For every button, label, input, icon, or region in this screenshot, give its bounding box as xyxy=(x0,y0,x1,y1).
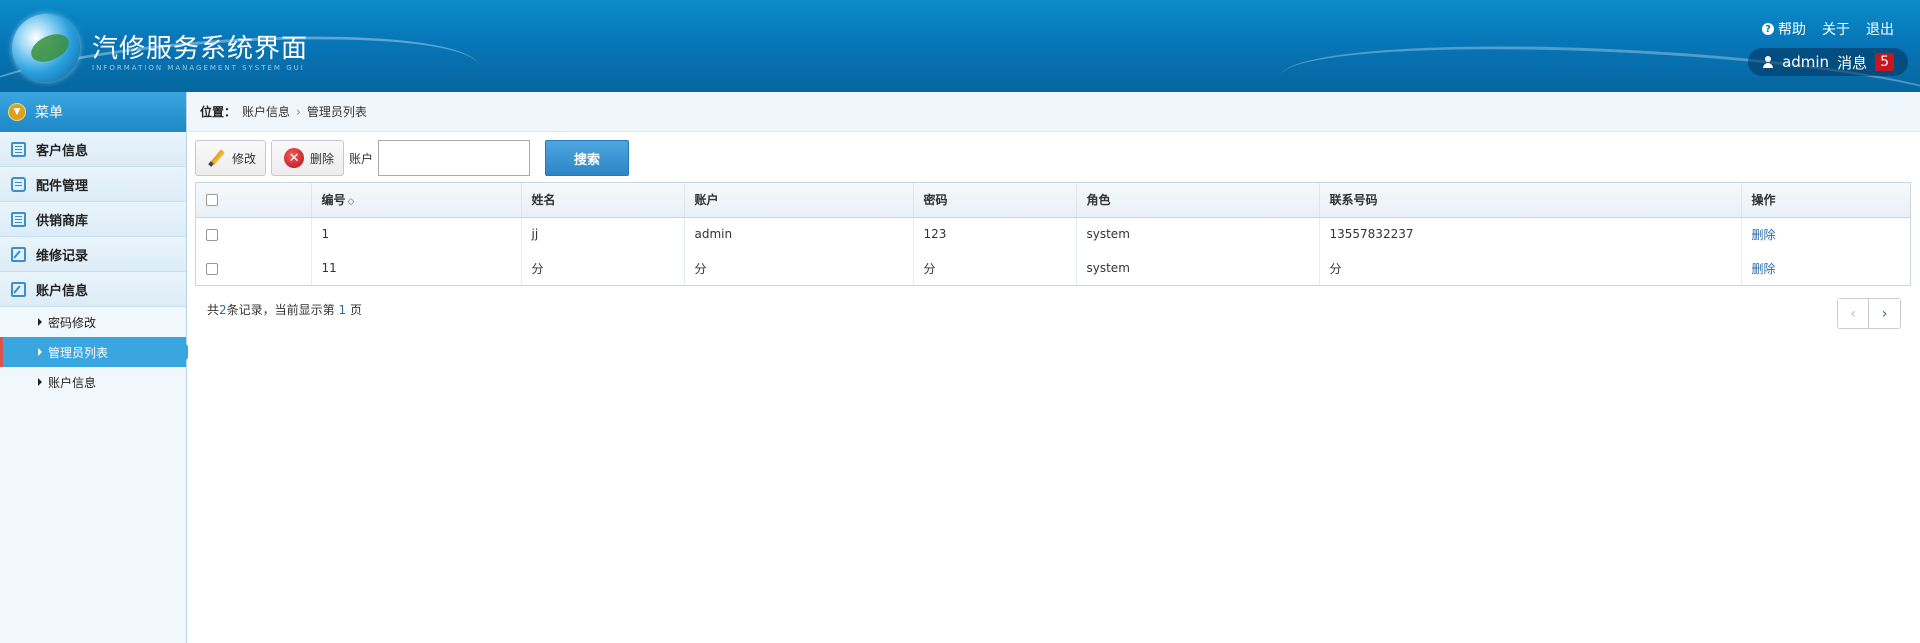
caret-right-icon xyxy=(38,348,42,356)
breadcrumb-separator-icon: › xyxy=(296,104,301,119)
chevron-right-icon[interactable]: › xyxy=(1869,299,1900,328)
cell-account: 分 xyxy=(684,251,914,285)
edit-icon xyxy=(11,246,26,262)
select-all-cell xyxy=(196,183,312,218)
delete-icon: ✕ xyxy=(284,148,305,168)
about-link[interactable]: 关于 xyxy=(1822,19,1850,39)
cell-phone: 13557832237 xyxy=(1319,217,1742,251)
row-delete-link[interactable]: 删除 xyxy=(1752,228,1776,242)
cell-phone: 分 xyxy=(1319,251,1742,285)
globe-logo-icon xyxy=(12,14,80,82)
row-delete-link[interactable]: 删除 xyxy=(1752,262,1776,276)
breadcrumb-current: 管理员列表 xyxy=(306,105,367,119)
admin-table: 编号 ◇ 姓名 账户 密码 角色 联系号码 操作 1 jj admin 123 s… xyxy=(195,182,1911,286)
sidebar-item-customer-info[interactable]: 客户信息 xyxy=(0,132,186,167)
pager-info: 共2条记录，当前显示第 1 页 xyxy=(207,303,362,317)
sidebar-subitem-label: 密码修改 xyxy=(48,315,97,330)
sidebar-subitem-password-change[interactable]: 密码修改 xyxy=(0,307,186,337)
table-header-row: 编号 ◇ 姓名 账户 密码 角色 联系号码 操作 xyxy=(196,183,1910,218)
cell-id: 11 xyxy=(311,251,522,285)
current-page: 1 xyxy=(338,303,347,317)
cell-password: 分 xyxy=(913,251,1077,285)
edit-button-label: 修改 xyxy=(232,151,257,166)
sidebar-item-label: 维修记录 xyxy=(36,248,89,264)
column-header-id[interactable]: 编号 ◇ xyxy=(311,183,522,218)
account-search-input[interactable] xyxy=(378,140,531,176)
sidebar-subitem-admin-list[interactable]: 管理员列表 xyxy=(0,337,194,367)
breadcrumb-parent[interactable]: 账户信息 xyxy=(242,103,290,120)
row-checkbox[interactable] xyxy=(206,228,218,241)
chevron-left-icon[interactable]: ‹ xyxy=(1838,299,1869,328)
sidebar-item-label: 供销商库 xyxy=(36,213,89,229)
column-header-account: 账户 xyxy=(684,183,914,218)
search-button[interactable]: 搜索 xyxy=(545,140,630,176)
help-label: 帮助 xyxy=(1778,22,1806,38)
select-all-checkbox[interactable] xyxy=(206,194,218,207)
sidebar-item-label: 账户信息 xyxy=(36,283,89,299)
main-content: 位置： 账户信息 › 管理员列表 修改 ✕ 删除 账户 搜索 编号 ◇ 姓名 账… xyxy=(188,92,1920,643)
chevron-down-icon: ▼ xyxy=(8,103,26,121)
edit-button[interactable]: 修改 xyxy=(195,140,267,176)
delete-button-label: 删除 xyxy=(310,151,335,166)
record-count: 2 xyxy=(219,303,227,317)
table-row: 11 分 分 分 system 分 删除 xyxy=(196,251,1910,285)
app-subtitle: INFORMATION MANAGEMENT SYSTEM GUI xyxy=(92,64,305,72)
chat-icon xyxy=(11,176,26,192)
cell-name: 分 xyxy=(521,251,685,285)
message-count-badge[interactable]: 5 xyxy=(1875,53,1894,71)
cell-account: admin xyxy=(684,217,914,251)
breadcrumb: 位置： 账户信息 › 管理员列表 xyxy=(188,92,1920,132)
cell-role: system xyxy=(1076,217,1320,251)
sort-icon[interactable]: ◇ xyxy=(348,197,355,207)
help-link[interactable]: ? 帮助 xyxy=(1762,19,1806,39)
edit-icon xyxy=(11,281,26,297)
account-field-label: 账户 xyxy=(349,151,374,166)
list-icon xyxy=(11,141,26,157)
column-header-actions: 操作 xyxy=(1741,183,1910,218)
column-header-name: 姓名 xyxy=(521,183,685,218)
user-icon xyxy=(1762,56,1774,68)
cell-id: 1 xyxy=(311,217,522,251)
user-bar: admin 消息 5 xyxy=(1748,48,1908,76)
cell-password: 123 xyxy=(913,217,1077,251)
pencil-icon xyxy=(208,149,226,167)
menu-header[interactable]: ▼ 菜单 xyxy=(0,92,186,132)
sidebar-item-label: 客户信息 xyxy=(36,143,89,159)
sidebar: ▼ 菜单 客户信息 配件管理 供销商库 维修记录 账户信息 密码修改 管理员列表… xyxy=(0,92,194,643)
sidebar-item-label: 配件管理 xyxy=(36,178,89,194)
sidebar-subitem-label: 账户信息 xyxy=(48,375,97,390)
column-header-role: 角色 xyxy=(1076,183,1320,218)
menu-title: 菜单 xyxy=(35,105,63,121)
messages-link[interactable]: 消息 xyxy=(1837,52,1867,73)
caret-right-icon xyxy=(38,378,42,386)
sidebar-subitem-account-info[interactable]: 账户信息 xyxy=(0,367,186,397)
breadcrumb-label: 位置： xyxy=(200,105,237,119)
sidebar-item-supplier-library[interactable]: 供销商库 xyxy=(0,202,186,237)
logout-link[interactable]: 退出 xyxy=(1866,19,1894,39)
delete-button[interactable]: ✕ 删除 xyxy=(271,140,345,176)
sidebar-subitem-label: 管理员列表 xyxy=(48,345,109,360)
toolbar: 修改 ✕ 删除 账户 搜索 xyxy=(195,139,630,177)
app-title: 汽修服务系统界面 xyxy=(92,34,309,64)
help-icon: ? xyxy=(1762,23,1774,35)
column-header-password: 密码 xyxy=(913,183,1077,218)
column-header-phone: 联系号码 xyxy=(1319,183,1742,218)
username[interactable]: admin xyxy=(1782,53,1829,71)
row-checkbox[interactable] xyxy=(206,262,218,275)
caret-right-icon xyxy=(38,318,42,326)
table-row: 1 jj admin 123 system 13557832237 删除 xyxy=(196,217,1910,251)
sidebar-item-account-info[interactable]: 账户信息 xyxy=(0,272,186,307)
list-icon xyxy=(11,211,26,227)
app-header: 汽修服务系统界面 INFORMATION MANAGEMENT SYSTEM G… xyxy=(0,0,1920,92)
cell-role: system xyxy=(1076,251,1320,285)
sidebar-item-parts-management[interactable]: 配件管理 xyxy=(0,167,186,202)
pagination: ‹ › xyxy=(1837,298,1901,329)
sidebar-item-repair-records[interactable]: 维修记录 xyxy=(0,237,186,272)
top-links: ? 帮助 关于 退出 xyxy=(1762,19,1894,39)
cell-name: jj xyxy=(521,217,685,251)
